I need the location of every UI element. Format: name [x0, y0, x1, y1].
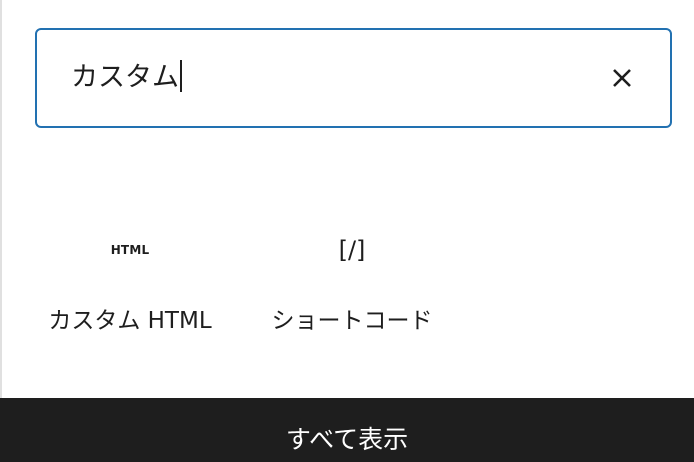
- shortcode-icon: [/]: [252, 230, 452, 270]
- block-inserter-panel: カスタム HTML カスタム HTML [/] ショートコード: [0, 0, 694, 462]
- block-item-label: カスタム HTML: [48, 308, 212, 334]
- search-input-value[interactable]: カスタム: [71, 60, 182, 96]
- html-icon: HTML: [30, 230, 230, 270]
- block-item-shortcode[interactable]: [/] ショートコード: [252, 215, 452, 345]
- html-icon-text: HTML: [110, 243, 150, 257]
- browse-all-label: すべて表示: [285, 425, 409, 454]
- search-input[interactable]: カスタム: [35, 28, 672, 128]
- search-input-text: カスタム: [71, 62, 179, 93]
- text-caret: [180, 60, 182, 92]
- block-item-label: ショートコード: [271, 308, 433, 334]
- clear-search-button[interactable]: [604, 60, 640, 96]
- shortcode-icon-text: [/]: [338, 236, 366, 264]
- close-icon: [613, 69, 631, 87]
- block-item-custom-html[interactable]: HTML カスタム HTML: [30, 215, 230, 345]
- browse-all-button[interactable]: すべて表示: [0, 398, 694, 462]
